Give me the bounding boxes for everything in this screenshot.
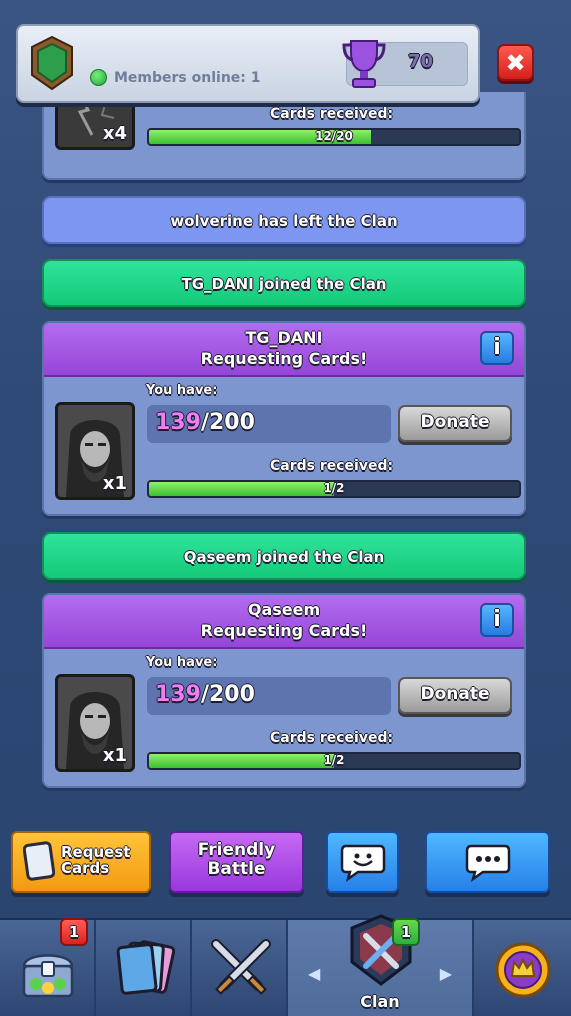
request-cards-label: Request Cards (61, 844, 130, 876)
laurel-crown-icon (495, 942, 551, 998)
tab-battle[interactable] (192, 920, 288, 1016)
event-member-joined: Qaseem joined the Clan (42, 532, 526, 580)
arrow-right-icon[interactable]: ▶ (440, 964, 452, 983)
tab-tournaments[interactable] (474, 920, 571, 1016)
card-quantity: x4 (102, 123, 127, 144)
info-button[interactable]: i (480, 331, 514, 365)
request-cards-line2: Cards (61, 859, 110, 877)
cards-owned-current: 139 (155, 410, 201, 435)
donate-button[interactable]: Donate (398, 405, 512, 442)
request-card-header: Qaseem Requesting Cards! (44, 595, 524, 649)
notification-badge: 1 (392, 918, 420, 946)
emote-button[interactable] (326, 831, 399, 893)
donation-progress-bar: 1/2 (147, 752, 521, 770)
chat-button[interactable] (425, 831, 550, 893)
online-status-icon (90, 69, 107, 86)
request-cards-button[interactable]: Request Cards (11, 831, 151, 893)
cards-owned-max: /200 (200, 410, 255, 435)
close-button[interactable]: ✖ (497, 44, 534, 81)
trophy-count: 70 (408, 51, 434, 72)
card-image: x1 (55, 674, 135, 772)
info-icon: i (493, 607, 501, 632)
chat-bubble-icon (465, 844, 511, 882)
clan-header: Members online: 1 70 (16, 24, 480, 103)
card-quantity: x1 (102, 745, 127, 766)
tab-clan-label: Clan (360, 992, 400, 1011)
trophy-icon (342, 40, 386, 88)
info-button[interactable]: i (480, 603, 514, 637)
request-card-header: TG_DANI Requesting Cards! (44, 323, 524, 377)
requesting-text: Requesting Cards! (200, 621, 368, 640)
close-icon: ✖ (505, 48, 526, 77)
info-icon: i (493, 335, 501, 360)
you-have-label: You have: (146, 655, 218, 670)
requesting-text: Requesting Cards! (200, 349, 368, 368)
cards-received-label: Cards received: (270, 106, 394, 122)
friendly-battle-line2: Battle (207, 859, 266, 879)
event-member-joined: TG_DANI joined the Clan (42, 259, 526, 307)
requester-name: TG_DANI (245, 328, 323, 347)
cards-owned-bar: 139/200 (147, 405, 391, 443)
clan-chat-feed[interactable]: x4 Cards received: 12/20 wolverine has l… (0, 90, 571, 806)
cards-owned-current: 139 (155, 682, 201, 707)
cards-owned-value: 139/200 (155, 410, 255, 435)
cards-received-label: Cards received: (270, 458, 394, 474)
cards-owned-max: /200 (200, 682, 255, 707)
clan-badge-icon[interactable] (28, 35, 76, 91)
event-member-left: wolverine has left the Clan (42, 196, 526, 244)
tab-shop[interactable]: 1 (0, 918, 96, 1016)
friendly-battle-button[interactable]: Friendly Battle (169, 831, 304, 893)
donation-progress-bar: 1/2 (147, 480, 521, 498)
request-card-partial: x4 Cards received: 12/20 (42, 90, 526, 180)
chest-icon (22, 954, 74, 998)
you-have-label: You have: (146, 383, 218, 398)
cards-received-label: Cards received: (270, 730, 394, 746)
progress-text: 1/2 (323, 753, 345, 767)
arrow-left-icon[interactable]: ◀ (308, 964, 320, 983)
request-card: Qaseem Requesting Cards! i You have: x1 … (42, 593, 526, 788)
cards-deck-icon (116, 940, 176, 995)
crossed-swords-icon (211, 939, 271, 995)
requester-name: Qaseem (247, 600, 321, 619)
bottom-navigation: 1 ◀ 1 ▶ Clan (0, 914, 571, 1016)
card-quantity: x1 (102, 473, 127, 494)
tab-clan[interactable]: ◀ 1 ▶ Clan (288, 914, 474, 1016)
progress-text: 12/20 (315, 129, 353, 143)
members-online-text: Members online: 1 (114, 70, 261, 86)
card-request-icon (23, 841, 55, 881)
cards-owned-value: 139/200 (155, 682, 255, 707)
tab-cards[interactable] (96, 920, 192, 1016)
card-image: x1 (55, 402, 135, 500)
cards-owned-bar: 139/200 (147, 677, 391, 715)
friendly-battle-line1: Friendly (197, 840, 276, 860)
donation-progress-bar: 12/20 (147, 128, 521, 146)
progress-text: 1/2 (323, 481, 345, 495)
donate-button[interactable]: Donate (398, 677, 512, 714)
emote-bubble-icon (340, 844, 386, 882)
request-card: TG_DANI Requesting Cards! i You have: x1… (42, 321, 526, 516)
request-cards-line1: Request (61, 843, 131, 861)
notification-badge: 1 (60, 918, 88, 946)
